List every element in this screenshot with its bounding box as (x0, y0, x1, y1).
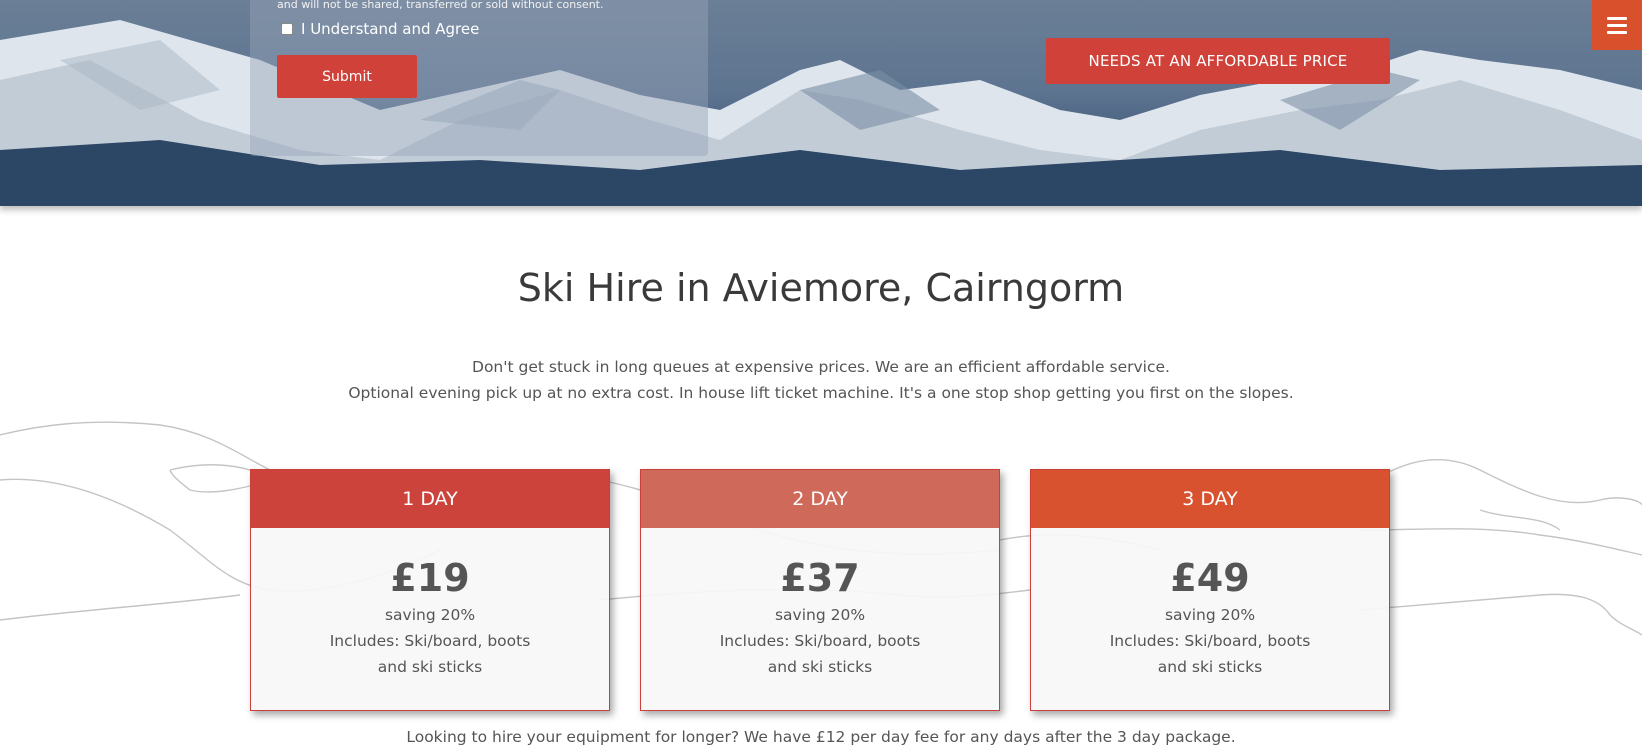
hamburger-menu-icon[interactable] (1592, 0, 1642, 50)
page-title: Ski Hire in Aviemore, Cairngorm (517, 266, 1125, 310)
card-saving: saving 20% (774, 606, 866, 624)
card-includes-2: and ski sticks (377, 658, 483, 676)
affordable-price-button[interactable]: NEEDS AT AN AFFORDABLE PRICE (1046, 38, 1390, 84)
pricing-card-1-day[interactable]: 1 DAY £19 saving 20% Includes: Ski/board… (250, 469, 610, 711)
card-details: saving 20% Includes: Ski/board, boots an… (251, 602, 609, 680)
submit-button[interactable]: Submit (277, 55, 417, 98)
snowy-mountains-image (0, 20, 1642, 206)
pricing-card-2-day[interactable]: 2 DAY £37 saving 20% Includes: Ski/board… (640, 469, 1000, 711)
card-includes: Includes: Ski/board, boots (1109, 632, 1311, 650)
card-includes: Includes: Ski/board, boots (719, 632, 921, 650)
card-header: 1 DAY (251, 470, 609, 528)
card-saving: saving 20% (384, 606, 476, 624)
privacy-note: and will not be shared, transferred or s… (277, 0, 604, 11)
agree-label[interactable]: I Understand and Agree (301, 20, 479, 38)
agree-row: I Understand and Agree (281, 20, 479, 38)
card-price: £19 (390, 556, 470, 600)
card-details: saving 20% Includes: Ski/board, boots an… (641, 602, 999, 680)
card-price: £37 (780, 556, 860, 600)
hero-banner: and will not be shared, transferred or s… (0, 0, 1642, 206)
card-price: £49 (1170, 556, 1250, 600)
extended-hire-note: Looking to hire your equipment for longe… (406, 728, 1236, 746)
card-includes: Includes: Ski/board, boots (329, 632, 531, 650)
card-header: 3 DAY (1031, 470, 1389, 528)
card-details: saving 20% Includes: Ski/board, boots an… (1031, 602, 1389, 680)
card-includes-2: and ski sticks (767, 658, 873, 676)
intro-line-2: Optional evening pick up at no extra cos… (348, 384, 1294, 402)
agree-checkbox[interactable] (281, 23, 293, 35)
card-saving: saving 20% (1164, 606, 1256, 624)
intro-line-1: Don't get stuck in long queues at expens… (472, 358, 1170, 376)
card-header: 2 DAY (641, 470, 999, 528)
pricing-card-3-day[interactable]: 3 DAY £49 saving 20% Includes: Ski/board… (1030, 469, 1390, 711)
intro-text: Don't get stuck in long queues at expens… (0, 354, 1642, 406)
card-includes-2: and ski sticks (1157, 658, 1263, 676)
